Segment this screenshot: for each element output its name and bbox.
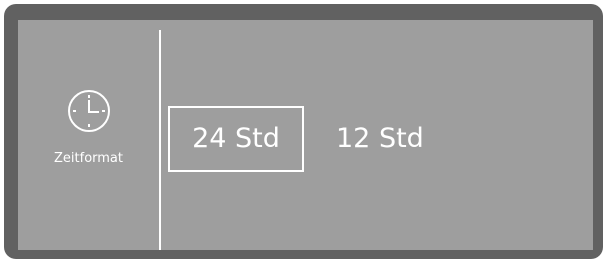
option-12-hour[interactable]: 12 Std	[336, 123, 424, 155]
category-panel: Zeitformat	[18, 20, 159, 250]
category-label: Zeitformat	[54, 151, 123, 166]
panel-divider	[159, 30, 161, 250]
display-bezel: Zeitformat 24 Std 12 Std	[4, 4, 603, 259]
clock-icon	[68, 90, 110, 132]
display-screen: Zeitformat 24 Std 12 Std	[18, 20, 593, 250]
option-24-hour[interactable]: 24 Std	[168, 106, 304, 172]
